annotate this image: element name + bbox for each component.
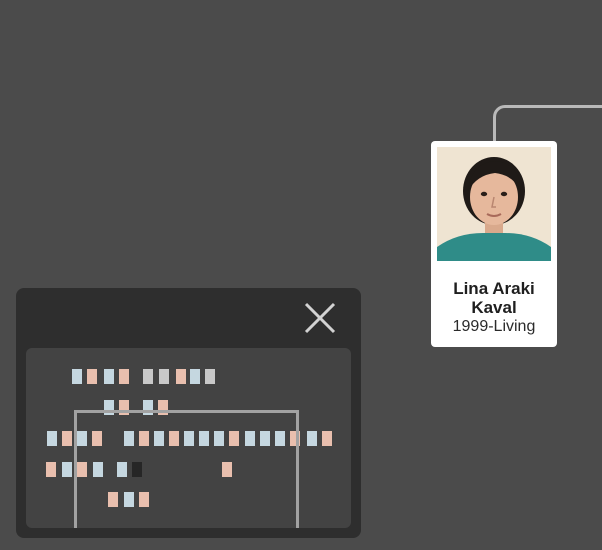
minimap-area[interactable] bbox=[26, 348, 351, 528]
minimap-node bbox=[143, 369, 153, 384]
minimap-panel bbox=[16, 288, 361, 538]
minimap-node bbox=[87, 369, 97, 384]
minimap-node bbox=[47, 431, 57, 446]
person-dates: 1999-Living bbox=[452, 318, 536, 335]
minimap-node bbox=[104, 369, 114, 384]
minimap-viewport-indicator[interactable] bbox=[74, 410, 299, 528]
minimap-node bbox=[322, 431, 332, 446]
minimap-node bbox=[62, 431, 72, 446]
person-card[interactable]: Lina Araki Kaval 1999-Living bbox=[431, 141, 557, 347]
minimap-node bbox=[72, 369, 82, 384]
person-photo bbox=[437, 147, 551, 261]
minimap-node bbox=[119, 369, 129, 384]
minimap-node bbox=[205, 369, 215, 384]
minimap-node bbox=[159, 369, 169, 384]
minimap-node bbox=[46, 462, 56, 477]
minimap-node bbox=[190, 369, 200, 384]
close-icon[interactable] bbox=[302, 300, 338, 336]
minimap-node bbox=[176, 369, 186, 384]
minimap-node bbox=[62, 462, 72, 477]
minimap-node bbox=[307, 431, 317, 446]
tree-connector-line bbox=[493, 105, 602, 141]
person-name: Lina Araki Kaval bbox=[453, 279, 535, 317]
